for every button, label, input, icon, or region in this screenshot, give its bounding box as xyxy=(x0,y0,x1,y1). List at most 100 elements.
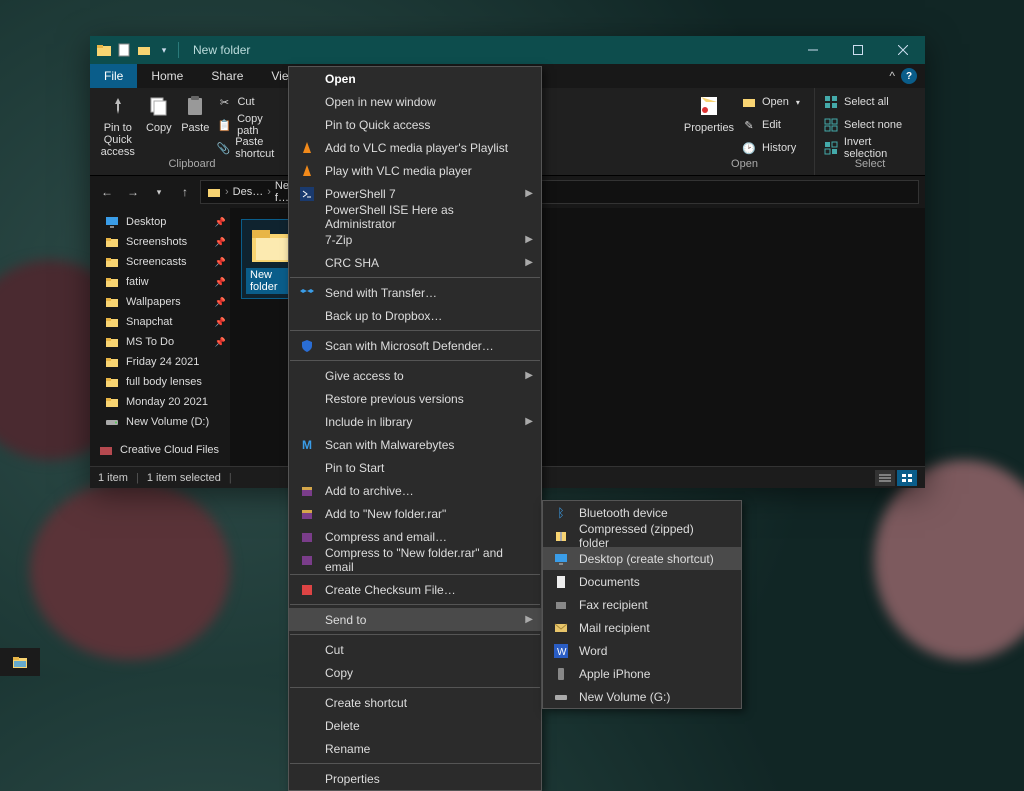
sidebar-item[interactable]: Friday 24 2021 xyxy=(90,352,230,372)
sidebar-item[interactable]: Screenshots📌 xyxy=(90,232,230,252)
sendto-word[interactable]: WWord xyxy=(543,639,741,662)
properties-icon xyxy=(695,92,723,120)
powershell-icon xyxy=(299,186,315,202)
menu-7zip[interactable]: 7-Zip▶ xyxy=(289,228,541,251)
new-folder-quick-icon[interactable] xyxy=(136,42,152,58)
sendto-documents[interactable]: Documents xyxy=(543,570,741,593)
menu-powershell-ise[interactable]: PowerShell ISE Here as Administrator xyxy=(289,205,541,228)
menu-create-checksum[interactable]: Create Checksum File… xyxy=(289,578,541,601)
menu-open[interactable]: Open xyxy=(289,67,541,90)
copy-path-icon: 📋 xyxy=(216,117,232,133)
sidebar-item[interactable]: Desktop📌 xyxy=(90,212,230,232)
menu-vlc-play[interactable]: Play with VLC media player xyxy=(289,159,541,182)
desktop-icon xyxy=(104,214,120,230)
sidebar-item-label: Screenshots xyxy=(126,236,187,248)
sendto-iphone[interactable]: Apple iPhone xyxy=(543,662,741,685)
sidebar-item[interactable]: full body lenses xyxy=(90,372,230,392)
sidebar-item[interactable]: Monday 20 2021 xyxy=(90,392,230,412)
sidebar-item[interactable]: MS To Do📌 xyxy=(90,332,230,352)
qat-dropdown-icon[interactable]: ▾ xyxy=(156,42,172,58)
details-view-button[interactable] xyxy=(875,470,895,486)
menu-pin-start[interactable]: Pin to Start xyxy=(289,456,541,479)
menu-include-library[interactable]: Include in library▶ xyxy=(289,410,541,433)
sendto-submenu: ᛒBluetooth device Compressed (zipped) fo… xyxy=(542,500,742,709)
navigation-pane[interactable]: Desktop📌Screenshots📌Screencasts📌fatiw📌Wa… xyxy=(90,208,230,466)
menu-send-transfer[interactable]: Send with Transfer… xyxy=(289,281,541,304)
tab-home[interactable]: Home xyxy=(137,64,197,88)
up-button[interactable]: ↑ xyxy=(174,181,196,203)
edit-icon: ✎ xyxy=(741,117,757,133)
close-button[interactable] xyxy=(880,36,925,64)
sidebar-item-label: full body lenses xyxy=(126,376,202,388)
menu-delete[interactable]: Delete xyxy=(289,714,541,737)
sidebar-item-label: Monday 20 2021 xyxy=(126,396,208,408)
forward-button[interactable]: → xyxy=(122,181,144,203)
dropbox-icon xyxy=(299,285,315,301)
menu-copy[interactable]: Copy xyxy=(289,661,541,684)
tab-share[interactable]: Share xyxy=(197,64,257,88)
pin-icon: 📌 xyxy=(215,277,226,288)
help-icon[interactable]: ? xyxy=(901,68,917,84)
minimize-button[interactable] xyxy=(790,36,835,64)
menu-cut[interactable]: Cut xyxy=(289,638,541,661)
copy-path-button[interactable]: 📋Copy path xyxy=(216,115,286,135)
menu-add-archive[interactable]: Add to archive… xyxy=(289,479,541,502)
menu-send-to[interactable]: Send to▶ xyxy=(289,608,541,631)
menu-rename[interactable]: Rename xyxy=(289,737,541,760)
menu-properties[interactable]: Properties xyxy=(289,767,541,790)
sidebar-item[interactable]: fatiw📌 xyxy=(90,272,230,292)
copy-button[interactable]: Copy xyxy=(144,92,174,134)
mail-icon xyxy=(553,620,569,636)
paste-button[interactable]: Paste xyxy=(180,92,210,134)
properties-quick-icon[interactable] xyxy=(116,42,132,58)
cut-button[interactable]: ✂Cut xyxy=(216,92,286,112)
properties-button[interactable]: Properties xyxy=(683,92,735,134)
sidebar-item[interactable]: Wallpapers📌 xyxy=(90,292,230,312)
history-button[interactable]: 🕑History xyxy=(741,138,800,158)
menu-defender-scan[interactable]: Scan with Microsoft Defender… xyxy=(289,334,541,357)
breadcrumb[interactable]: › Des… › New f… xyxy=(200,180,300,204)
menu-create-shortcut[interactable]: Create shortcut xyxy=(289,691,541,714)
pin-to-quick-access-button[interactable]: Pin to Quick access xyxy=(98,92,138,158)
maximize-button[interactable] xyxy=(835,36,880,64)
invert-selection-button[interactable]: Invert selection xyxy=(823,138,917,158)
back-button[interactable]: ← xyxy=(96,181,118,203)
select-none-button[interactable]: Select none xyxy=(823,115,917,135)
menu-restore-versions[interactable]: Restore previous versions xyxy=(289,387,541,410)
sendto-fax[interactable]: Fax recipient xyxy=(543,593,741,616)
menu-give-access[interactable]: Give access to▶ xyxy=(289,364,541,387)
tab-file[interactable]: File xyxy=(90,64,137,88)
sidebar-item[interactable]: New Volume (D:) xyxy=(90,412,230,432)
chevron-right-icon: ▶ xyxy=(525,188,533,199)
menu-add-rar[interactable]: Add to "New folder.rar" xyxy=(289,502,541,525)
sidebar-item-label: New Volume (D:) xyxy=(126,416,209,428)
sidebar-item[interactable]: Snapchat📌 xyxy=(90,312,230,332)
select-all-button[interactable]: Select all xyxy=(823,92,917,112)
fax-icon xyxy=(553,597,569,613)
taskbar-explorer-icon[interactable] xyxy=(0,648,40,676)
menu-malwarebytes[interactable]: MScan with Malwarebytes xyxy=(289,433,541,456)
menu-crc-sha[interactable]: CRC SHA▶ xyxy=(289,251,541,274)
svg-text:W: W xyxy=(557,647,567,658)
context-menu: Open Open in new window Pin to Quick acc… xyxy=(288,66,542,791)
open-button[interactable]: Open▾ xyxy=(741,92,800,112)
menu-compress-rar-email[interactable]: Compress to "New folder.rar" and email xyxy=(289,548,541,571)
collapse-ribbon-icon[interactable]: ^ xyxy=(889,69,895,83)
sidebar-item[interactable]: Screencasts📌 xyxy=(90,252,230,272)
sendto-drive[interactable]: New Volume (G:) xyxy=(543,685,741,708)
menu-open-new-window[interactable]: Open in new window xyxy=(289,90,541,113)
select-all-icon xyxy=(823,94,839,110)
icons-view-button[interactable] xyxy=(897,470,917,486)
menu-backup-dropbox[interactable]: Back up to Dropbox… xyxy=(289,304,541,327)
sendto-desktop[interactable]: Desktop (create shortcut) xyxy=(543,547,741,570)
sendto-zip[interactable]: Compressed (zipped) folder xyxy=(543,524,741,547)
paste-shortcut-button[interactable]: 📎Paste shortcut xyxy=(216,138,286,158)
sidebar-item-label: Screencasts xyxy=(126,256,187,268)
sendto-mail[interactable]: Mail recipient xyxy=(543,616,741,639)
menu-pin-quick-access[interactable]: Pin to Quick access xyxy=(289,113,541,136)
recent-dropdown-icon[interactable]: ▾ xyxy=(148,181,170,203)
menu-vlc-add[interactable]: Add to VLC media player's Playlist xyxy=(289,136,541,159)
winrar-icon xyxy=(299,529,315,545)
edit-button[interactable]: ✎Edit xyxy=(741,115,800,135)
sidebar-item-creative-cloud[interactable]: Creative Cloud Files xyxy=(90,440,230,460)
